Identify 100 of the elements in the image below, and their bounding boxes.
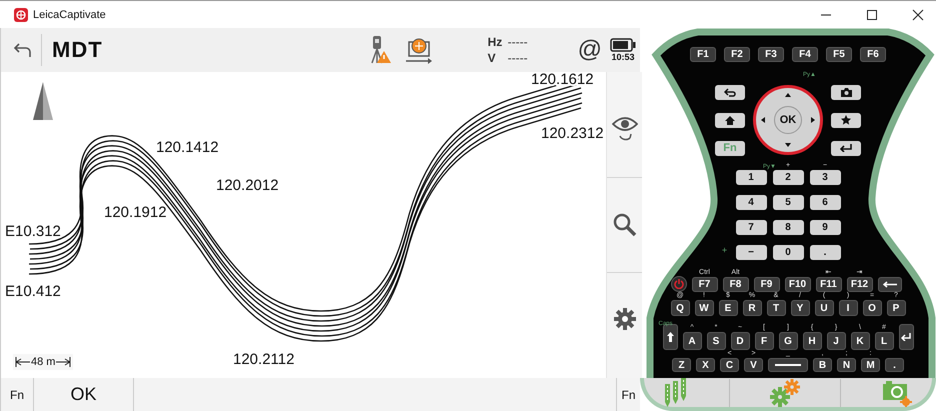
contour-label: 120.1412 <box>156 139 219 156</box>
up-arrow-icon <box>666 332 674 342</box>
prism-icon[interactable] <box>404 36 434 64</box>
function-key[interactable]: F3 <box>758 47 784 62</box>
angle-label: Hz <box>488 35 502 49</box>
right-arrow-icon[interactable] <box>811 117 815 123</box>
backspace-key[interactable] <box>878 277 902 292</box>
north-arrow-icon <box>33 82 53 120</box>
letter-key[interactable]: H <box>802 332 822 350</box>
function-key[interactable]: F8 <box>722 277 748 292</box>
number-key[interactable]: 1 <box>736 170 766 185</box>
letter-key[interactable]: W <box>694 300 714 316</box>
letter-key[interactable]: P <box>886 300 906 316</box>
contour-label: 120.2112 <box>233 351 294 368</box>
letter-key[interactable]: M <box>861 358 880 372</box>
enter-icon <box>901 333 911 341</box>
enter-key[interactable] <box>831 140 861 156</box>
battery-icon <box>610 38 636 52</box>
number-key[interactable]: 9 <box>810 220 840 235</box>
letter-key[interactable]: U <box>814 300 834 316</box>
back-icon[interactable] <box>13 41 33 59</box>
contour-label: 120.1612 <box>531 72 594 88</box>
window-title: LeicaCaptivate <box>33 8 106 20</box>
scale-arrow-icon <box>15 356 31 368</box>
down-arrow-icon[interactable] <box>785 143 791 147</box>
letter-key[interactable]: O <box>862 300 882 316</box>
camera-key[interactable] <box>831 84 861 100</box>
power-icon <box>674 279 684 289</box>
letter-key[interactable]: S <box>706 332 726 350</box>
letter-key[interactable]: Y <box>790 300 810 316</box>
at-sign[interactable]: @ <box>578 36 602 64</box>
number-key[interactable]: 5 <box>772 195 804 210</box>
letter-key[interactable]: G <box>778 332 798 350</box>
clock-time: 10:53 <box>611 52 635 62</box>
letter-key[interactable]: R <box>742 300 762 316</box>
function-key[interactable]: F1 <box>690 47 716 62</box>
letter-key[interactable]: F <box>754 332 774 350</box>
function-key[interactable]: F10 <box>784 277 810 292</box>
contour-label: 120.1912 <box>104 204 167 221</box>
enter-key[interactable] <box>898 324 914 350</box>
number-key[interactable]: 6 <box>810 195 840 210</box>
function-key[interactable]: F11 <box>816 277 842 292</box>
number-key[interactable]: . <box>810 245 840 260</box>
up-arrow-icon[interactable] <box>785 93 791 97</box>
letter-key[interactable]: V <box>744 358 763 372</box>
favorite-key[interactable] <box>831 112 861 128</box>
app-logo-icon <box>14 8 28 22</box>
function-key[interactable]: F2 <box>724 47 750 62</box>
angle-value: ----- <box>508 51 528 65</box>
function-key[interactable]: F7 <box>692 277 718 292</box>
letter-key[interactable]: X <box>696 358 715 372</box>
angle-label: V <box>488 51 497 65</box>
number-key[interactable]: 3 <box>810 170 840 185</box>
letter-key[interactable]: K <box>850 332 870 350</box>
number-key[interactable]: 0 <box>772 245 804 260</box>
scale-arrow-icon <box>55 356 72 368</box>
letter-key[interactable]: N <box>837 358 856 372</box>
contour-label: 120.2312 <box>541 125 604 142</box>
contour-label: E10.312 <box>5 223 61 240</box>
function-key[interactable]: F6 <box>860 47 886 62</box>
letter-key[interactable]: L <box>874 332 894 350</box>
letter-key[interactable]: D <box>730 332 750 350</box>
letter-key[interactable]: C <box>720 358 739 372</box>
star-icon <box>841 115 851 125</box>
pencils-icon[interactable] <box>664 378 688 408</box>
left-arrow-icon[interactable] <box>761 117 765 123</box>
contour-label: 120.2012 <box>216 177 279 194</box>
function-key[interactable]: F12 <box>846 277 872 292</box>
number-key[interactable]: 4 <box>736 195 766 210</box>
camera-settings-icon[interactable] <box>882 378 912 406</box>
key-hint: + <box>720 245 728 257</box>
letter-key[interactable]: Q <box>670 300 690 316</box>
ok-key[interactable]: OK <box>774 106 802 134</box>
back-key[interactable] <box>715 84 745 100</box>
contour-label: E10.412 <box>5 283 61 300</box>
letter-key[interactable]: J <box>826 332 846 350</box>
function-key[interactable]: F9 <box>754 277 780 292</box>
scale-label: 48 m <box>31 356 56 368</box>
home-key[interactable] <box>715 112 745 128</box>
space-key[interactable] <box>768 358 808 372</box>
letter-key[interactable]: B <box>813 358 832 372</box>
number-key[interactable]: 8 <box>772 220 804 235</box>
maximize-icon[interactable] <box>866 8 878 20</box>
letter-key[interactable]: . <box>885 358 904 372</box>
search-icon[interactable] <box>612 212 636 237</box>
return-icon <box>724 88 736 96</box>
number-key[interactable]: 2 <box>772 170 804 185</box>
number-key[interactable]: − <box>736 245 766 260</box>
function-key[interactable]: F5 <box>826 47 852 62</box>
left-arrow-icon <box>882 281 896 288</box>
function-key[interactable]: F4 <box>792 47 818 62</box>
letter-key[interactable]: I <box>838 300 858 316</box>
letter-key[interactable]: A <box>682 332 702 350</box>
enter-icon <box>840 144 852 152</box>
letter-key[interactable]: Z <box>672 358 691 372</box>
letter-key[interactable]: E <box>718 300 738 316</box>
letter-key[interactable]: T <box>766 300 786 316</box>
angle-value: ----- <box>508 35 528 49</box>
number-key[interactable]: 7 <box>736 220 766 235</box>
close-icon[interactable] <box>912 8 924 20</box>
